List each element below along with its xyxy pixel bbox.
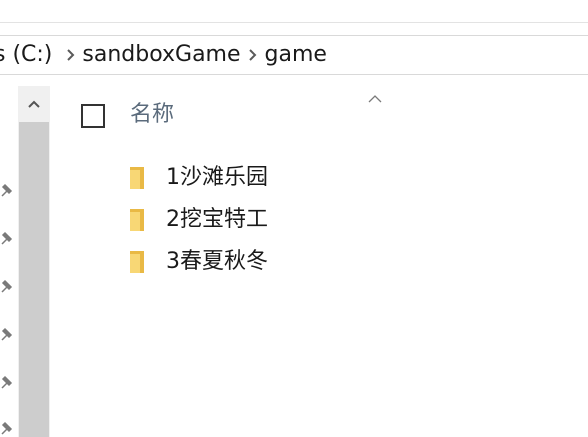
- chevron-right-icon[interactable]: [62, 36, 78, 74]
- pin-icon[interactable]: [0, 278, 14, 294]
- breadcrumb-sandboxgame[interactable]: sandboxGame: [78, 36, 244, 74]
- pin-icon[interactable]: [0, 374, 14, 390]
- scrollbar-thumb[interactable]: [19, 122, 49, 437]
- breadcrumb-game[interactable]: game: [261, 36, 331, 74]
- chevron-up-icon: [28, 100, 40, 108]
- ribbon-strip: [0, 0, 588, 23]
- folder-name: 3春夏秋冬: [166, 249, 268, 274]
- pin-icon[interactable]: [0, 420, 14, 436]
- pin-icon[interactable]: [0, 230, 14, 246]
- chevron-right-icon[interactable]: [245, 36, 261, 74]
- file-list: 名称 1沙滩乐园 2挖宝特工 3春夏秋冬: [50, 86, 588, 437]
- navigation-pane: [0, 86, 18, 437]
- folder-name: 2挖宝特工: [166, 207, 268, 232]
- select-all-checkbox[interactable]: [81, 104, 105, 128]
- list-item[interactable]: 1沙滩乐园: [120, 161, 268, 195]
- scroll-up-button[interactable]: [18, 86, 50, 122]
- list-item[interactable]: 3春夏秋冬: [120, 245, 268, 279]
- pin-icon[interactable]: [0, 182, 14, 198]
- folder-name: 1沙滩乐园: [166, 165, 268, 190]
- pin-icon[interactable]: [0, 326, 14, 342]
- nav-pane-scrollbar[interactable]: [18, 86, 50, 437]
- sort-ascending-icon[interactable]: [368, 88, 384, 103]
- file-explorer-window: s (C:) sandboxGame game: [0, 0, 588, 437]
- column-header-name[interactable]: 名称: [130, 100, 174, 130]
- list-item[interactable]: 2挖宝特工: [120, 203, 268, 237]
- folder-icon: [120, 249, 146, 275]
- folder-icon: [120, 165, 146, 191]
- address-bar[interactable]: s (C:) sandboxGame game: [0, 35, 588, 75]
- folder-icon: [120, 207, 146, 233]
- breadcrumb-drive[interactable]: s (C:): [0, 36, 56, 74]
